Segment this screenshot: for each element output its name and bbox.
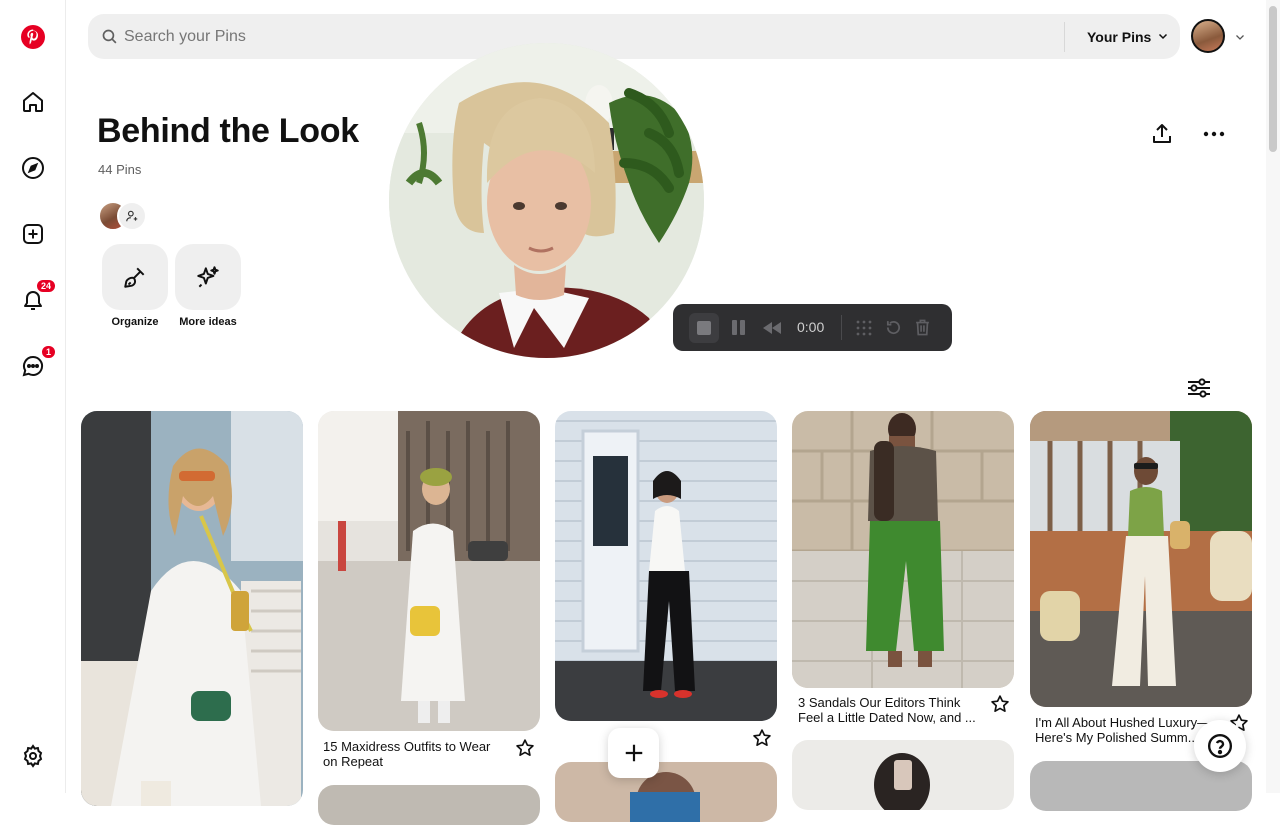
messages-badge: 1 xyxy=(40,345,56,359)
help-button[interactable] xyxy=(1194,720,1246,772)
plus-icon xyxy=(625,744,642,762)
trash-icon[interactable] xyxy=(914,318,931,342)
search-divider xyxy=(1064,22,1065,52)
your-pins-dropdown[interactable]: Your Pins xyxy=(1087,14,1169,59)
sparkle-icon xyxy=(197,266,219,288)
pin-title[interactable]: 3 Sandals Our Editors Think Feel a Littl… xyxy=(798,695,978,725)
recorder-toolbar: 0:00 xyxy=(673,304,952,351)
pinterest-logo-icon[interactable] xyxy=(18,22,48,52)
pin-card[interactable] xyxy=(81,411,303,806)
pause-icon[interactable] xyxy=(731,319,747,341)
stop-recording-button[interactable] xyxy=(689,313,719,343)
search-icon xyxy=(101,28,118,50)
more-ideas-button[interactable] xyxy=(175,244,241,310)
filter-icon[interactable] xyxy=(1186,376,1214,402)
pin-title[interactable]: I'm All About Hushed Luxury—Here's My Po… xyxy=(1035,715,1215,745)
your-pins-label: Your Pins xyxy=(1087,28,1152,45)
recording-timer: 0:00 xyxy=(797,319,825,335)
pin-card[interactable] xyxy=(318,411,540,731)
star-icon[interactable] xyxy=(515,738,537,760)
pin-card[interactable] xyxy=(555,762,777,822)
chat-icon[interactable]: 1 xyxy=(18,345,56,381)
pin-count: 44 Pins xyxy=(98,162,142,177)
add-pin-button[interactable] xyxy=(608,728,659,778)
stop-icon xyxy=(697,321,711,335)
star-icon[interactable] xyxy=(752,728,774,750)
pin-card[interactable] xyxy=(792,740,1014,810)
page-scrollbar[interactable] xyxy=(1266,0,1280,793)
pin-card[interactable] xyxy=(792,411,1014,688)
restart-icon[interactable] xyxy=(885,319,902,341)
help-icon xyxy=(1207,733,1233,759)
recorder-divider xyxy=(841,315,842,340)
share-icon[interactable] xyxy=(1146,118,1178,150)
notifications-badge: 24 xyxy=(35,279,56,293)
more-ideas-action[interactable]: More ideas xyxy=(175,244,241,328)
star-icon[interactable] xyxy=(990,694,1012,716)
more-ideas-label: More ideas xyxy=(179,316,237,328)
sidebar: 24 1 xyxy=(0,0,66,793)
organize-action[interactable]: Organize xyxy=(102,244,168,328)
more-icon[interactable] xyxy=(1198,118,1230,150)
bell-icon[interactable]: 24 xyxy=(18,279,56,315)
add-collaborator-icon[interactable] xyxy=(117,201,147,231)
search-bar: Your Pins xyxy=(88,14,1180,59)
organize-icon xyxy=(124,267,145,288)
settings-icon[interactable] xyxy=(18,741,48,771)
home-icon[interactable] xyxy=(18,87,48,117)
create-icon[interactable] xyxy=(18,219,48,249)
pin-card[interactable] xyxy=(555,411,777,721)
collaborators[interactable] xyxy=(98,200,158,232)
chevron-down-icon xyxy=(1157,29,1169,45)
pin-card[interactable] xyxy=(1030,411,1252,707)
profile-avatar[interactable] xyxy=(1191,19,1225,53)
organize-button[interactable] xyxy=(102,244,168,310)
account-chevron-down-icon[interactable] xyxy=(1234,30,1246,48)
compass-icon[interactable] xyxy=(18,153,48,183)
board-title: Behind the Look xyxy=(97,112,359,150)
webcam-bubble[interactable] xyxy=(389,43,704,358)
rewind-icon[interactable] xyxy=(762,321,782,340)
pin-title[interactable]: 15 Maxidress Outfits to Wear on Repeat xyxy=(323,739,503,769)
pin-card[interactable] xyxy=(318,785,540,825)
scrollbar-thumb[interactable] xyxy=(1269,6,1277,152)
grid-icon[interactable] xyxy=(855,319,873,342)
